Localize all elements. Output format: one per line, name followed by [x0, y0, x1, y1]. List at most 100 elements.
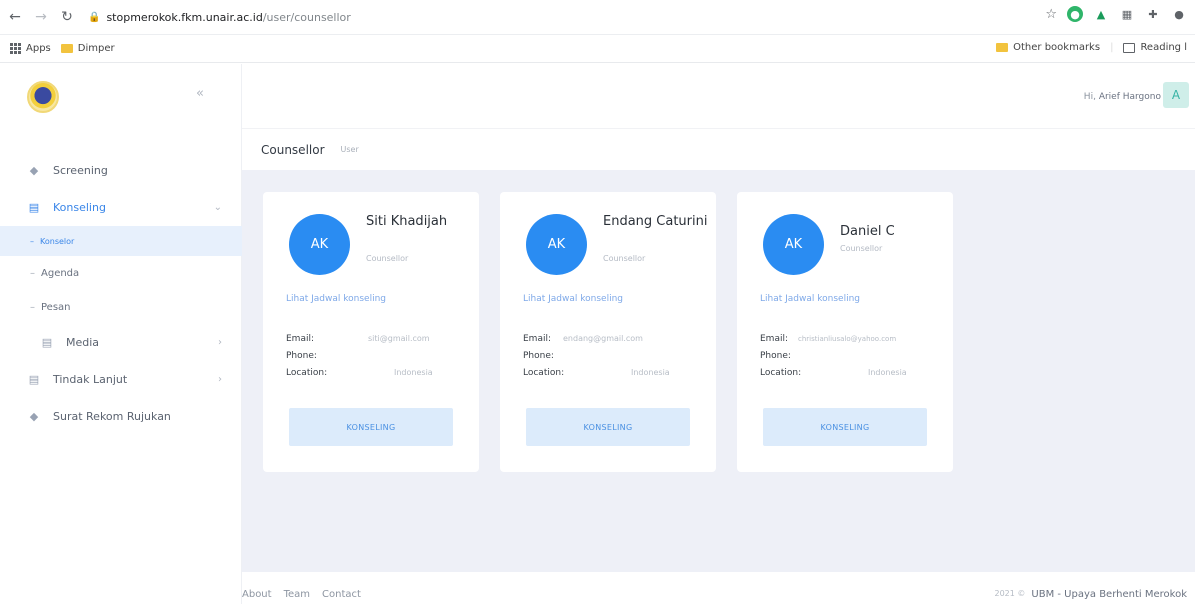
extension-puzzle-icon[interactable]: ✚	[1145, 6, 1161, 22]
star-icon[interactable]: ☆	[1045, 7, 1057, 22]
email-row: Email: siti@gmail.com	[286, 334, 430, 344]
forward-icon[interactable]: →	[30, 6, 52, 28]
diamond-icon: ◆	[29, 410, 39, 423]
view-schedule-link[interactable]: Lihat Jadwal konseling	[760, 294, 860, 304]
email-row: Email: endang@gmail.com	[523, 334, 643, 344]
dash-icon: –	[30, 267, 35, 279]
avatar[interactable]: A	[1163, 82, 1189, 108]
sidebar-item-label: Surat Rekom Rujukan	[53, 410, 171, 423]
sidebar-item-media[interactable]: ▤ Media ›	[0, 324, 242, 361]
dash-icon: –	[30, 236, 34, 246]
sidebar-subitem-agenda[interactable]: – Agenda	[0, 256, 242, 290]
sidebar-item-label: Konseling	[53, 201, 106, 214]
extension-green-icon[interactable]: ●	[1067, 6, 1083, 22]
dash-icon: –	[30, 301, 35, 313]
email-value: endang@gmail.com	[563, 334, 643, 343]
phone-row: Phone:	[760, 351, 791, 361]
sidebar-subitem-label: Pesan	[41, 301, 71, 313]
sidebar-item-label: Tindak Lanjut	[53, 373, 128, 386]
diamond-icon: ◆	[29, 164, 39, 177]
url-host: stopmerokok.fkm.unair.ac.id	[106, 10, 263, 24]
view-schedule-link[interactable]: Lihat Jadwal konseling	[286, 294, 386, 304]
sidebar-subitem-counsellor[interactable]: – Konselor	[0, 226, 242, 256]
konseling-button[interactable]: KONSELING	[526, 408, 690, 446]
bookmark-reading-list[interactable]: Reading l	[1123, 42, 1187, 53]
content-area: AK Siti Khadijah Counsellor Lihat Jadwal…	[242, 170, 1195, 572]
location-value: Indonesia	[394, 368, 433, 377]
bookmark-dimper-label: Dimper	[77, 43, 115, 54]
counsellor-card: AK Siti Khadijah Counsellor Lihat Jadwal…	[263, 192, 479, 472]
profile-icon[interactable]: ●	[1171, 6, 1187, 22]
browser-toolbar: ← → ↻ 🔒 stopmerokok.fkm.unair.ac.id /use…	[0, 0, 1195, 35]
back-icon[interactable]: ←	[4, 6, 26, 28]
footer-link-about[interactable]: About	[242, 589, 272, 600]
phone-label: Phone:	[523, 351, 554, 361]
user-greeting[interactable]: Hi, Arief Hargono	[1084, 92, 1161, 102]
breadcrumb[interactable]: User	[341, 145, 359, 154]
logo[interactable]	[27, 81, 59, 113]
counsellor-name: Daniel C	[840, 224, 895, 239]
chevron-down-icon: ⌄	[213, 202, 222, 213]
url-path: /user/counsellor	[262, 10, 351, 24]
collapse-sidebar-icon[interactable]: «	[196, 86, 204, 101]
bookmark-apps-label: Apps	[26, 43, 51, 54]
chevron-right-icon: ›	[218, 374, 222, 385]
copyright: 2021 © UBM - Upaya Berhenti Merokok	[995, 589, 1188, 600]
bookmark-reading-label: Reading l	[1140, 42, 1187, 53]
konseling-button[interactable]: KONSELING	[289, 408, 453, 446]
counsellor-name: Siti Khadijah	[366, 214, 448, 229]
footer-link-team[interactable]: Team	[284, 589, 310, 600]
email-label: Email:	[523, 334, 552, 344]
extension-flag-icon[interactable]: ▦	[1119, 6, 1135, 22]
reload-icon[interactable]: ↻	[56, 6, 78, 28]
address-bar[interactable]: 🔒 stopmerokok.fkm.unair.ac.id /user/coun…	[88, 11, 351, 24]
konseling-button[interactable]: KONSELING	[763, 408, 927, 446]
counsellor-name: Endang Caturini	[603, 214, 708, 229]
phone-label: Phone:	[760, 351, 791, 361]
footer: About Team Contact 2021 © UBM - Upaya Be…	[242, 584, 1195, 604]
view-schedule-link[interactable]: Lihat Jadwal konseling	[523, 294, 623, 304]
lock-icon: 🔒	[88, 11, 101, 23]
location-row: Location: Indonesia	[760, 368, 907, 378]
phone-row: Phone:	[523, 351, 554, 361]
email-row: Email: christianliusalo@yahoo.com	[760, 334, 896, 344]
sidebar-item-screening[interactable]: ◆ Screening	[0, 152, 242, 189]
sidebar-item-tindak-lanjut[interactable]: ▤ Tindak Lanjut ›	[0, 361, 242, 398]
copyright-brand[interactable]: UBM - Upaya Berhenti Merokok	[1031, 589, 1187, 600]
bookmark-apps[interactable]: Apps	[10, 43, 51, 54]
counsellor-card: AK Daniel C Counsellor Lihat Jadwal kons…	[737, 192, 953, 472]
footer-link-contact[interactable]: Contact	[322, 589, 361, 600]
phone-label: Phone:	[286, 351, 317, 361]
greeting-text: Hi,	[1083, 92, 1096, 102]
bookmark-other-label: Other bookmarks	[1013, 42, 1101, 53]
copyright-year: 2021 ©	[994, 588, 1026, 598]
location-value: Indonesia	[868, 368, 907, 377]
bookmark-other[interactable]: Other bookmarks	[996, 42, 1100, 53]
location-row: Location: Indonesia	[286, 368, 433, 378]
page-subheader: Counsellor User	[242, 128, 1195, 170]
email-label: Email:	[286, 334, 315, 344]
location-value: Indonesia	[631, 368, 670, 377]
email-value: siti@gmail.com	[368, 334, 430, 343]
location-label: Location:	[523, 368, 565, 378]
bookmark-dimper[interactable]: Dimper	[60, 43, 115, 54]
sidebar-item-konseling[interactable]: ▤ Konseling ⌄	[0, 189, 242, 226]
counsellor-avatar: AK	[526, 214, 587, 275]
sidebar-item-label: Screening	[53, 164, 108, 177]
extension-drive-icon[interactable]: ▲	[1093, 6, 1109, 22]
counsellor-role: Counsellor	[366, 254, 409, 263]
counsellor-avatar: AK	[289, 214, 350, 275]
sidebar-subitem-pesan[interactable]: – Pesan	[0, 290, 242, 324]
bookmarks-bar: Apps Dimper Other bookmarks | Reading l	[0, 35, 1195, 63]
sidebar-subitem-label: Konselor	[40, 236, 75, 246]
apps-grid-icon	[10, 43, 21, 54]
user-name: Arief Hargono	[1098, 92, 1161, 102]
sidebar-item-surat-rekom[interactable]: ◆ Surat Rekom Rujukan	[0, 398, 242, 435]
location-label: Location:	[760, 368, 802, 378]
folder-icon	[996, 43, 1009, 52]
email-label: Email:	[760, 334, 789, 344]
layers-icon: ▤	[41, 336, 53, 349]
layers-icon: ▤	[28, 373, 40, 386]
counsellor-role: Counsellor	[603, 254, 646, 263]
layers-icon: ▤	[28, 201, 40, 214]
